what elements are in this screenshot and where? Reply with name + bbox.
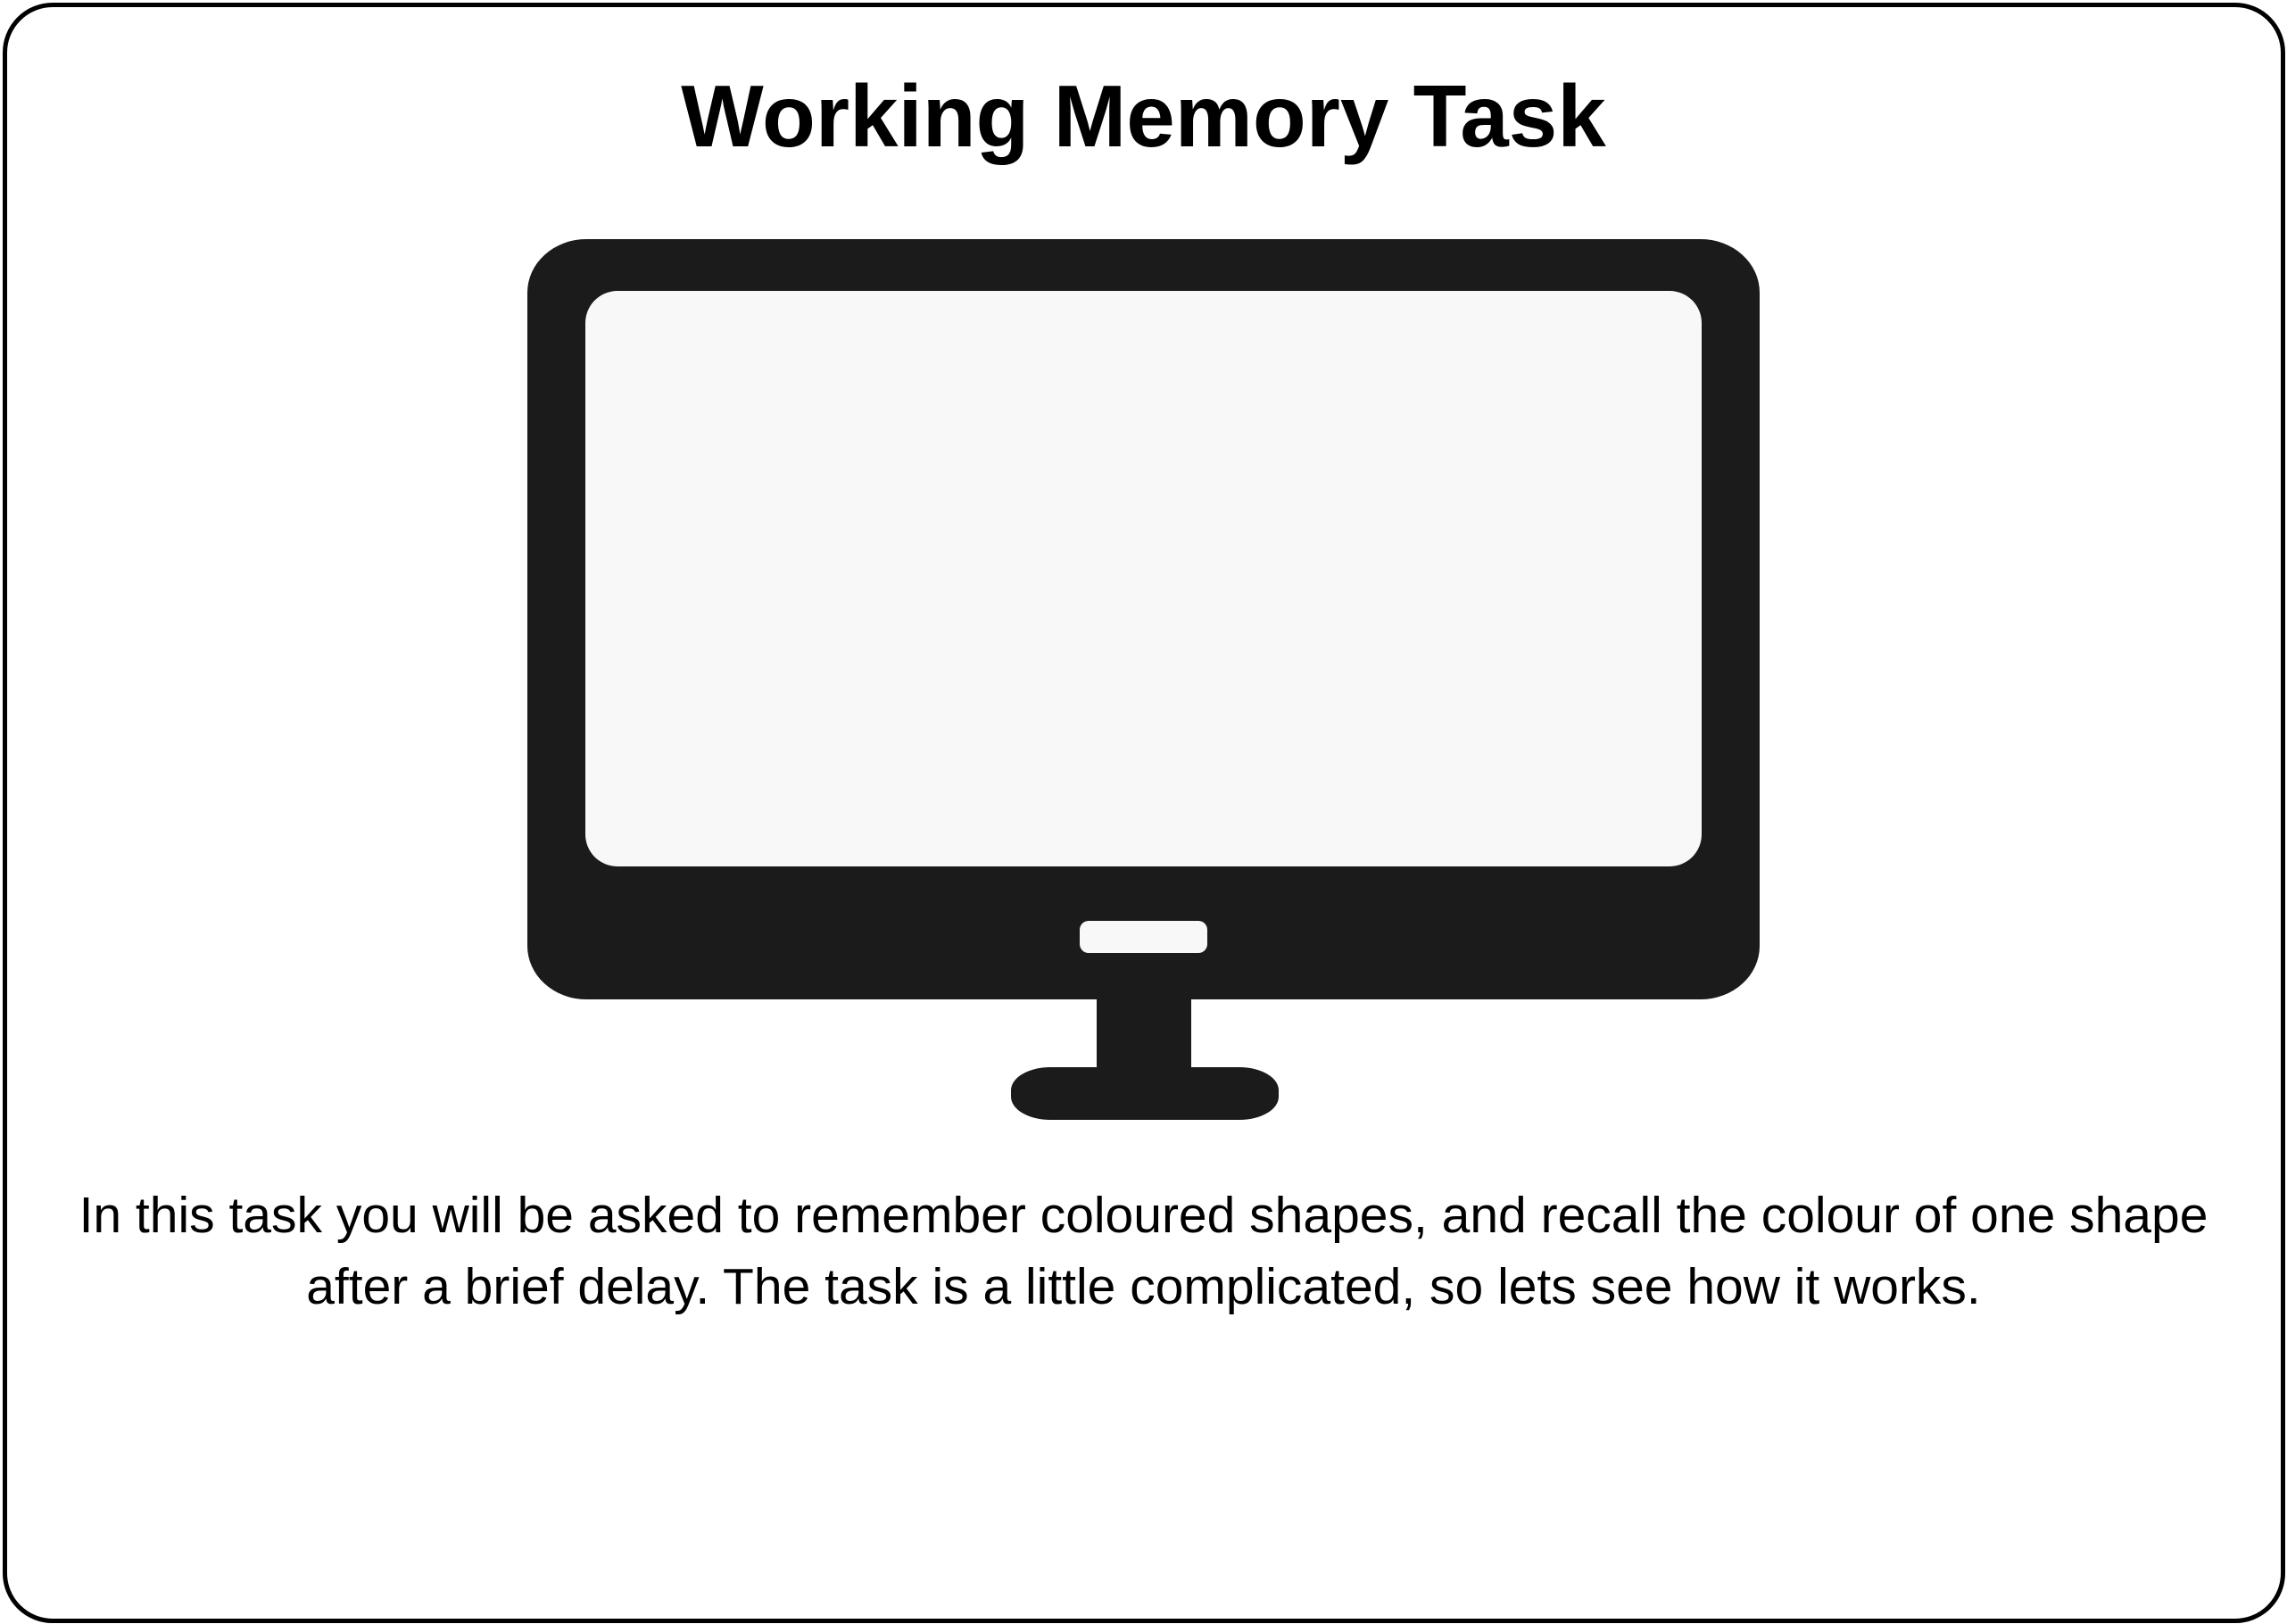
monitor-icon bbox=[527, 239, 1760, 1120]
monitor-screen bbox=[585, 291, 1702, 866]
monitor-base bbox=[1011, 1067, 1279, 1120]
instructions-text: In this task you will be asked to rememb… bbox=[79, 1187, 2208, 1315]
monitor-neck bbox=[1097, 998, 1191, 1069]
power-button bbox=[1080, 921, 1207, 953]
